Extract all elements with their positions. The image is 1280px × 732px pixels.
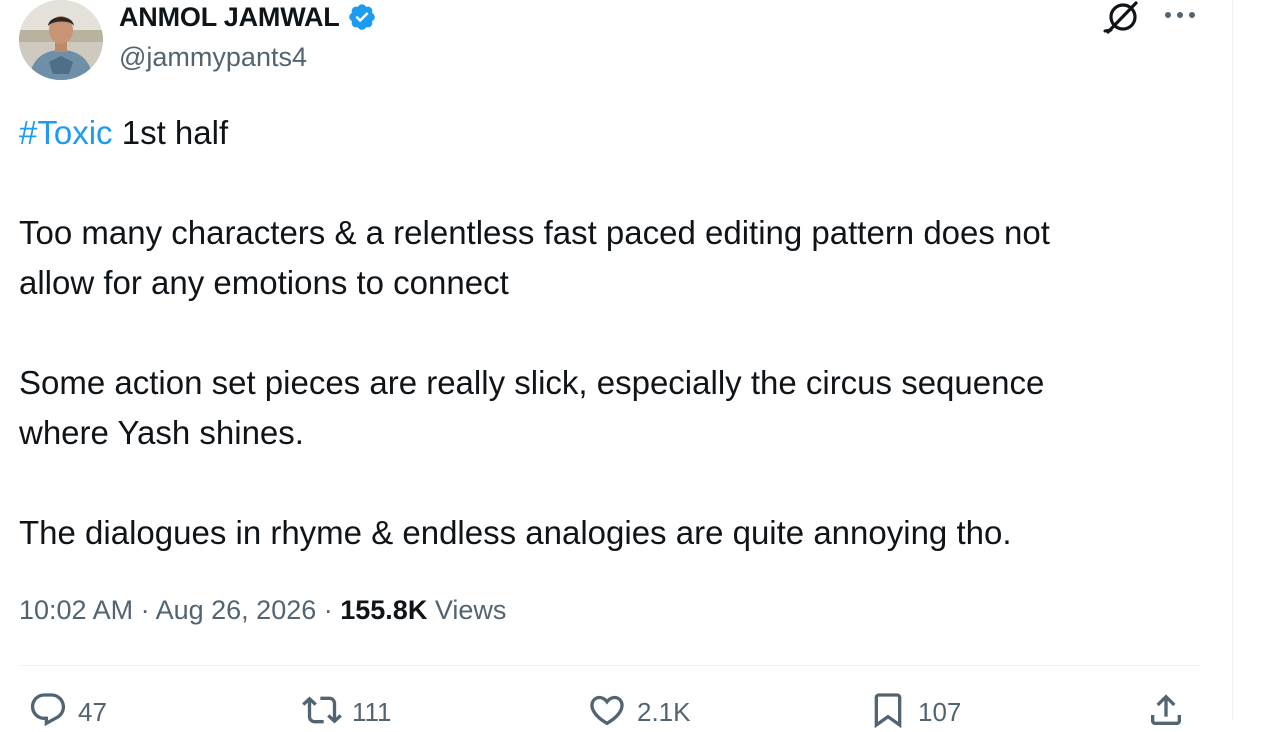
share-button[interactable]	[1146, 690, 1186, 730]
bookmark-icon	[874, 693, 902, 729]
display-name[interactable]: ANMOL JAMWAL	[119, 2, 340, 32]
tweet-line: The dialogues in rhyme & endless analogi…	[19, 514, 1012, 551]
repost-icon	[302, 696, 342, 724]
views-label: Views	[427, 595, 507, 625]
tweet-line: #Toxic 1st half	[19, 108, 1199, 158]
more-options-icon[interactable]	[1160, 3, 1200, 27]
bookmark-count: 107	[918, 697, 962, 727]
tweet-line: where Yash shines.	[19, 414, 304, 451]
avatar[interactable]	[19, 0, 103, 80]
tweet-line: Some action set pieces are really slick,…	[19, 364, 1045, 401]
like-button[interactable]: 2.1K	[587, 690, 691, 730]
divider	[19, 665, 1200, 666]
meta-separator: ·	[133, 595, 156, 625]
tweet-time[interactable]: 10:02 AM	[19, 595, 133, 625]
hashtag-link[interactable]: #Toxic	[19, 114, 113, 151]
tweet-text: #Toxic 1st half Too many characters & a …	[19, 108, 1199, 558]
author-name-row[interactable]: ANMOL JAMWAL	[119, 0, 377, 34]
tweet-line-text: 1st half	[112, 114, 229, 151]
repost-count: 111	[352, 697, 392, 727]
views-count: 155.8K	[340, 595, 428, 625]
reply-icon	[30, 693, 66, 727]
author-handle[interactable]: @jammypants4	[119, 40, 307, 74]
share-icon	[1151, 694, 1181, 725]
tweet-date[interactable]: Aug 26, 2026	[156, 595, 317, 625]
tweet-meta: 10:02 AM · Aug 26, 2026 · 155.8K Views	[19, 590, 506, 630]
grok-icon[interactable]	[1102, 0, 1142, 36]
like-count: 2.1K	[637, 697, 691, 727]
bookmark-button[interactable]: 107	[868, 690, 961, 730]
verified-badge-icon	[348, 4, 375, 30]
reply-button[interactable]: 47	[28, 690, 107, 730]
heart-icon	[590, 695, 624, 726]
reply-count: 47	[78, 697, 107, 727]
tweet-line: allow for any emotions to connect	[19, 264, 509, 301]
timeline-border	[1232, 0, 1233, 720]
meta-separator: ·	[316, 595, 341, 625]
repost-button[interactable]: 111	[302, 690, 392, 730]
tweet-line: Too many characters & a relentless fast …	[19, 214, 1050, 251]
